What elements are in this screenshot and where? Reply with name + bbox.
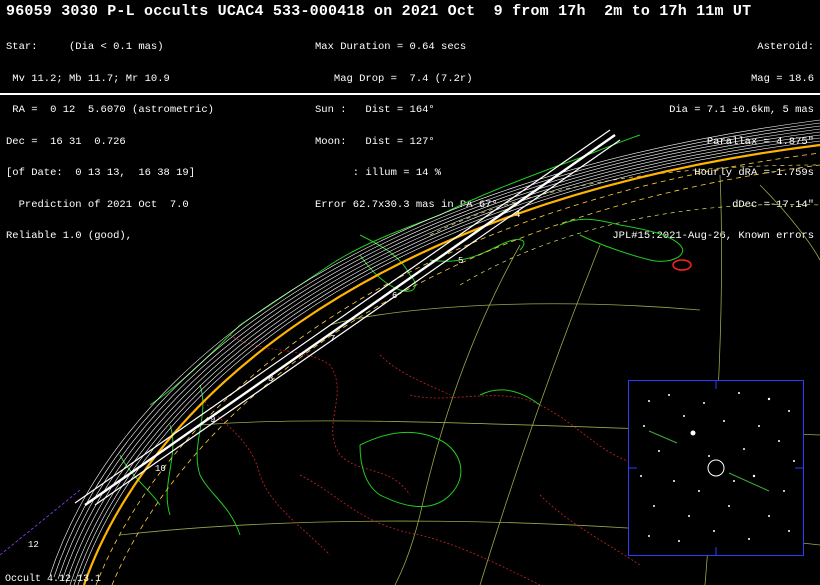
event-title: 96059 3030 P-L occults UCAC4 533-000418 … — [6, 3, 752, 20]
time-tick: 12 — [28, 540, 39, 550]
violet-track — [0, 489, 81, 556]
time-tick: 5 — [458, 256, 463, 266]
time-tick: 6 — [392, 291, 397, 301]
country-borders — [199, 334, 641, 585]
coastlines — [119, 134, 683, 536]
event-line: Mag Drop = 7.4 (7.2r) — [315, 72, 473, 85]
asteroid-line: Mag = 18.6 — [750, 72, 814, 85]
star-field-inset — [628, 380, 804, 556]
time-tick: 10 — [155, 464, 166, 474]
star-field-chart — [629, 381, 803, 555]
time-tick: 7 — [330, 334, 335, 344]
event-line: Max Duration = 0.64 secs — [315, 41, 467, 53]
time-tick: 8 — [268, 374, 273, 384]
target-star-circle — [707, 459, 725, 477]
occultation-path — [74, 129, 621, 506]
asteroid-track — [648, 430, 770, 492]
software-version: Occult 4.12.13.1 — [5, 574, 102, 585]
header-panel: 96059 3030 P-L occults UCAC4 533-000418 … — [0, 0, 820, 241]
time-tick: 4 — [515, 210, 520, 220]
star-line: Mv 11.2; Mb 11.7; Mr 10.9 — [6, 72, 170, 85]
star-line: Star: (Dia < 0.1 mas) — [6, 41, 164, 53]
background-stars — [640, 392, 795, 542]
time-tick: 9 — [210, 415, 215, 425]
asteroid-line: Asteroid: — [757, 41, 814, 53]
header-background: 96059 3030 P-L occults UCAC4 533-000418 … — [0, 0, 820, 241]
target-ellipse — [672, 259, 692, 271]
